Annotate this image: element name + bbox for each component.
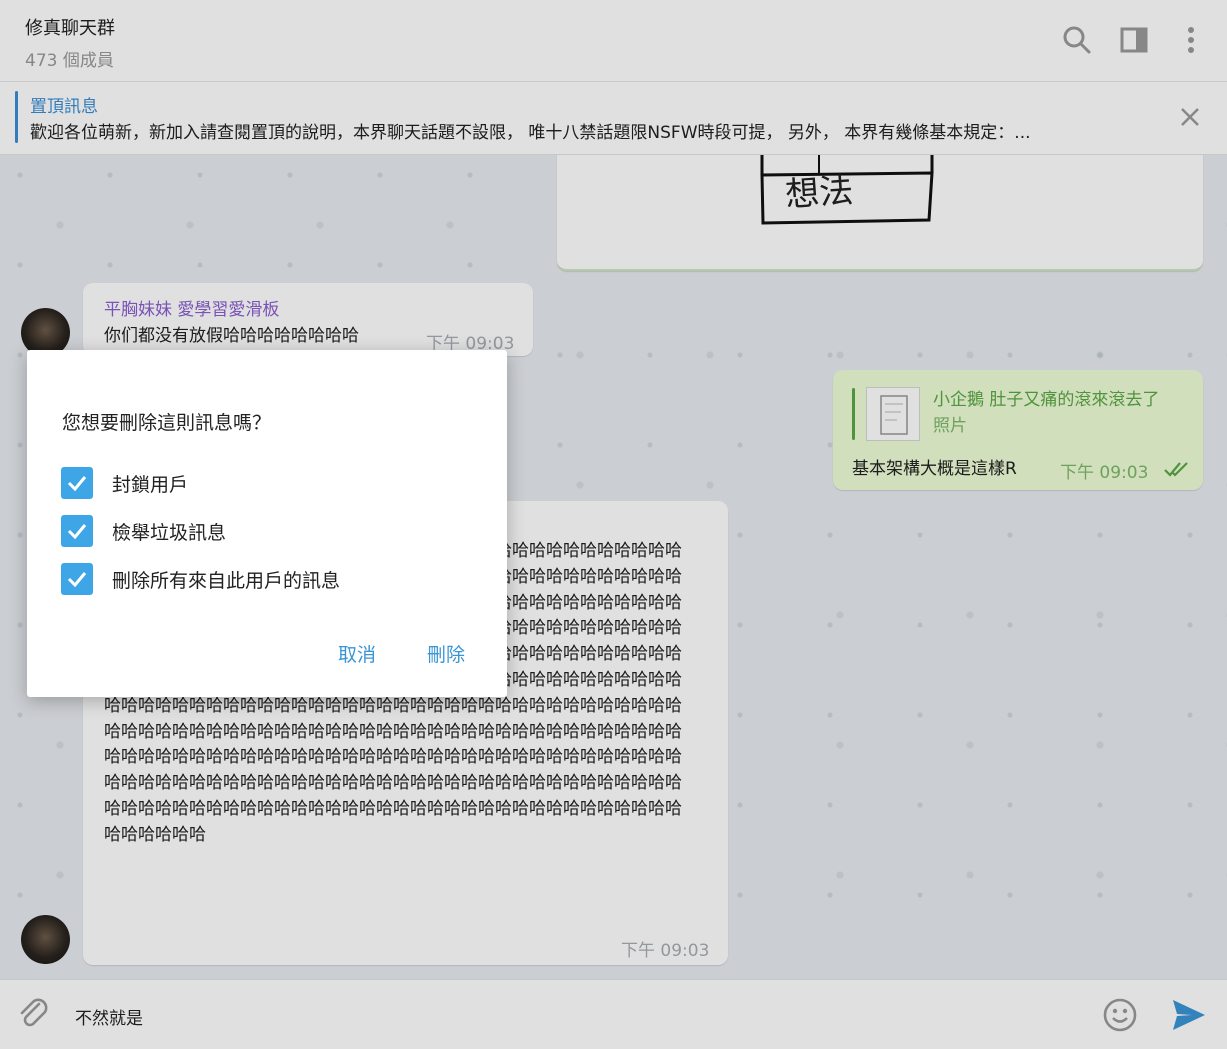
delete-button[interactable]: 刪除 xyxy=(427,640,465,667)
delete-message-dialog: 您想要刪除這則訊息嗎？ 封鎖用戶 檢舉垃圾訊息 刪除所有來自此用戶的訊息 取消 … xyxy=(27,350,507,697)
checkbox-label: 檢舉垃圾訊息 xyxy=(112,522,227,544)
dialog-question: 您想要刪除這則訊息嗎？ xyxy=(62,412,272,434)
checkmark-icon xyxy=(67,476,87,492)
cancel-button[interactable]: 取消 xyxy=(338,640,376,667)
delete-all-option[interactable]: 刪除所有來自此用戶的訊息 xyxy=(61,563,481,595)
report-spam-option[interactable]: 檢舉垃圾訊息 xyxy=(61,515,481,547)
checkbox-label: 刪除所有來自此用戶的訊息 xyxy=(112,570,341,592)
block-user-checkbox[interactable] xyxy=(61,467,93,499)
checkbox-label: 封鎖用戶 xyxy=(112,474,189,496)
block-user-option[interactable]: 封鎖用戶 xyxy=(61,467,481,499)
checkmark-icon xyxy=(67,524,87,540)
report-spam-checkbox[interactable] xyxy=(61,515,93,547)
checkmark-icon xyxy=(67,572,87,588)
delete-all-checkbox[interactable] xyxy=(61,563,93,595)
